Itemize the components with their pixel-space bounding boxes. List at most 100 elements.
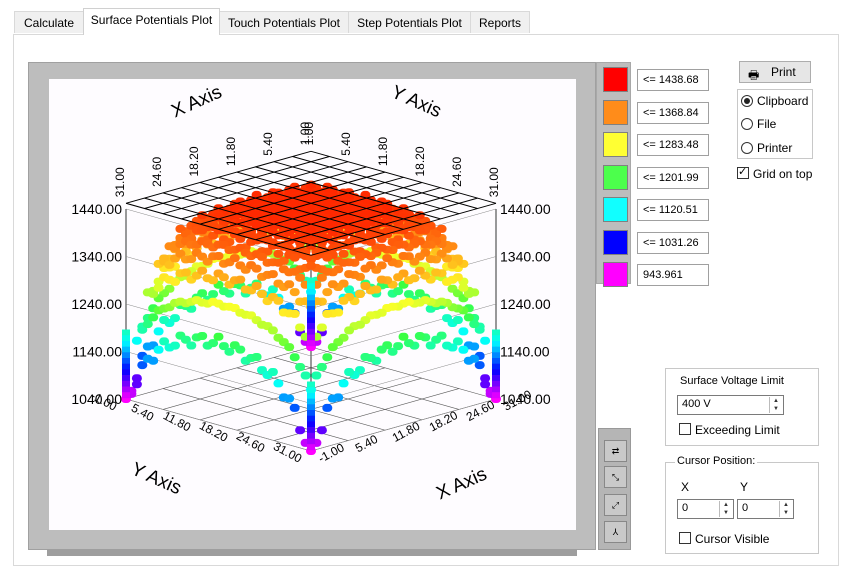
surface-point bbox=[322, 253, 333, 262]
plot-area[interactable]: 1440.00 1440.00 1340.00 1340.00 1240.00 1240.… bbox=[49, 79, 576, 530]
cursor-position-title: Cursor Position: bbox=[675, 455, 758, 467]
surface-plot-svg[interactable]: 1440.00 1440.00 1340.00 1340.00 1240.00 1240.… bbox=[49, 79, 576, 530]
axes-icon[interactable]: ⅄ bbox=[604, 521, 627, 543]
print-button[interactable]: 🖶 Print bbox=[739, 61, 811, 83]
y-tick-label: 18.20 bbox=[197, 418, 230, 445]
surface-voltage-input[interactable]: 400 V ▲ ▼ bbox=[677, 395, 784, 415]
tab-step-potentials-plot[interactable]: Step Potentials Plot bbox=[348, 11, 471, 33]
surface-point bbox=[307, 421, 315, 428]
cursor-y-spinner-icon[interactable]: ▲ ▼ bbox=[779, 501, 792, 517]
surface-point bbox=[376, 345, 387, 354]
surface-point bbox=[398, 332, 409, 341]
x-tick-label: 5.40 bbox=[353, 432, 380, 455]
surface-point bbox=[442, 277, 452, 286]
surface-point bbox=[376, 275, 387, 284]
tab-touch-potentials-plot[interactable]: Touch Potentials Plot bbox=[219, 11, 349, 33]
radio-printer[interactable] bbox=[741, 142, 753, 154]
tab-bar: Calculate Surface Potentials Plot Touch … bbox=[0, 0, 842, 35]
legend-swatch bbox=[603, 164, 628, 190]
y-tick-label: 31.00 bbox=[271, 439, 304, 466]
x-top-tick-label: 18.20 bbox=[187, 146, 201, 176]
surface-point bbox=[307, 398, 315, 405]
radio-clipboard[interactable] bbox=[741, 95, 753, 107]
surface-point bbox=[338, 379, 349, 388]
z-tick-label-left: 1440.00 bbox=[71, 201, 122, 217]
surface-point bbox=[122, 363, 130, 370]
cursor-visible-checkbox[interactable] bbox=[679, 532, 691, 544]
surface-point bbox=[267, 270, 278, 279]
y-axis-title-bottom: Y Axis bbox=[128, 459, 184, 500]
surface-point bbox=[122, 352, 130, 359]
y-top-tick-label: 24.60 bbox=[450, 157, 464, 187]
cursor-y-input[interactable]: 0 ▲ ▼ bbox=[737, 499, 794, 519]
grid-on-top-checkbox[interactable]: ✓ bbox=[737, 166, 749, 179]
voltage-spinner-icon[interactable]: ▲ ▼ bbox=[769, 397, 782, 413]
tab-calculate[interactable]: Calculate bbox=[14, 11, 84, 33]
surface-point bbox=[327, 343, 338, 352]
surface-point bbox=[492, 340, 500, 347]
z-tick-label-left: 1140.00 bbox=[72, 344, 122, 360]
surface-point bbox=[307, 334, 315, 341]
surface-point bbox=[316, 323, 327, 332]
surface-point bbox=[295, 363, 306, 371]
surface-point bbox=[463, 313, 474, 322]
surface-point bbox=[289, 288, 300, 297]
surface-point bbox=[307, 317, 315, 324]
surface-point bbox=[251, 282, 262, 290]
rotate-xy-icon[interactable]: ⇄ bbox=[604, 440, 627, 462]
surface-point bbox=[122, 386, 130, 393]
surface-point bbox=[122, 340, 130, 347]
z-tick-label-right: 1440.00 bbox=[500, 201, 551, 217]
y-axis-title-top: Y Axis bbox=[388, 82, 444, 123]
surface-point bbox=[307, 328, 315, 335]
surface-point bbox=[344, 368, 355, 376]
surface-point bbox=[316, 273, 327, 282]
surface-point bbox=[322, 403, 333, 412]
x-tick-label: 11.80 bbox=[390, 419, 423, 445]
surface-point bbox=[289, 309, 300, 318]
surface-point bbox=[235, 345, 246, 354]
surface-point bbox=[492, 380, 500, 387]
tab-surface-potentials-plot[interactable]: Surface Potentials Plot bbox=[83, 8, 220, 35]
cursor-x-input[interactable]: 0 ▲ ▼ bbox=[677, 499, 734, 519]
surface-point bbox=[469, 342, 480, 351]
surface-point bbox=[307, 427, 315, 434]
surface-point bbox=[492, 358, 500, 364]
tab-reports[interactable]: Reports bbox=[470, 11, 530, 33]
rotate-xz-icon[interactable]: ⤡ bbox=[604, 466, 627, 488]
surface-point bbox=[327, 394, 338, 403]
surface-point bbox=[403, 276, 414, 285]
y-tick-label: 5.40 bbox=[129, 401, 156, 424]
surface-point bbox=[295, 426, 306, 435]
surface-point bbox=[307, 438, 315, 445]
rotate-zy-icon[interactable]: ⤢ bbox=[604, 494, 627, 516]
checkmark-icon: ✓ bbox=[738, 166, 748, 178]
surface-point bbox=[492, 329, 500, 336]
surface-point bbox=[284, 280, 295, 289]
surface-point bbox=[307, 300, 315, 307]
surface-point bbox=[122, 346, 130, 353]
y-top-tick-label: 1.00 bbox=[302, 122, 316, 146]
surface-point bbox=[284, 394, 295, 403]
surface-point bbox=[267, 368, 278, 376]
radio-file[interactable] bbox=[741, 118, 753, 130]
surface-point bbox=[307, 323, 315, 330]
surface-point bbox=[492, 346, 500, 353]
z-tick-label-left: 1240.00 bbox=[71, 296, 122, 312]
surface-point bbox=[273, 249, 284, 258]
surface-point bbox=[289, 353, 300, 362]
surface-point bbox=[322, 288, 333, 297]
surface-point bbox=[414, 332, 425, 340]
radio-clipboard-label: Clipboard bbox=[757, 94, 809, 108]
surface-point bbox=[458, 345, 469, 354]
legend-value: <= 1438.68 bbox=[637, 69, 709, 91]
x-tick-label: 24.60 bbox=[464, 397, 497, 424]
surface-point bbox=[197, 332, 208, 340]
floor-grid-line bbox=[125, 346, 312, 400]
surface-point bbox=[218, 273, 229, 282]
exceeding-limit-checkbox[interactable] bbox=[679, 423, 691, 435]
surface-point bbox=[307, 288, 315, 295]
surface-point bbox=[142, 342, 153, 351]
cursor-x-spinner-icon[interactable]: ▲ ▼ bbox=[719, 501, 732, 517]
surface-point bbox=[307, 294, 315, 301]
